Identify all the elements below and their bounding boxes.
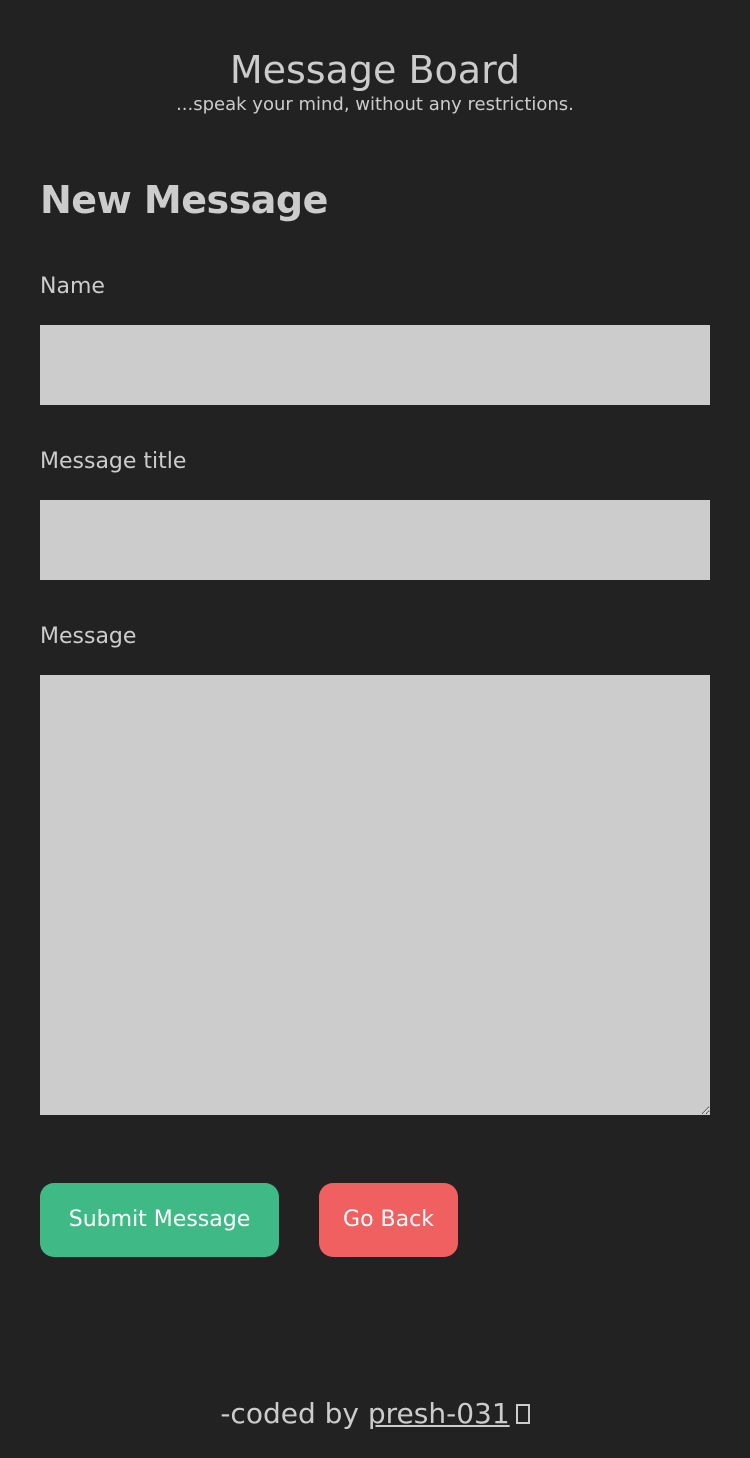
message-textarea[interactable] xyxy=(40,675,710,1115)
name-label: Name xyxy=(40,274,105,299)
missing-glyph-icon xyxy=(515,1404,530,1424)
form-heading: New Message xyxy=(40,178,328,222)
footer-credit-text: -coded by xyxy=(220,1397,368,1430)
message-title-input[interactable] xyxy=(40,500,710,580)
submit-message-button[interactable]: Submit Message xyxy=(40,1183,279,1257)
site-tagline: ...speak your mind, without any restrict… xyxy=(176,94,574,115)
name-input[interactable] xyxy=(40,325,710,405)
page-header: Message Board ...speak your mind, withou… xyxy=(0,46,750,116)
go-back-button[interactable]: Go Back xyxy=(319,1183,458,1257)
page-footer: -coded by presh-031 xyxy=(0,1394,750,1434)
author-link[interactable]: presh-031 xyxy=(368,1397,510,1430)
site-title: Message Board xyxy=(229,48,521,92)
message-label: Message xyxy=(40,624,137,649)
message-title-label: Message title xyxy=(40,449,187,474)
new-message-form: New Message Name Message title Message S… xyxy=(40,174,710,1257)
